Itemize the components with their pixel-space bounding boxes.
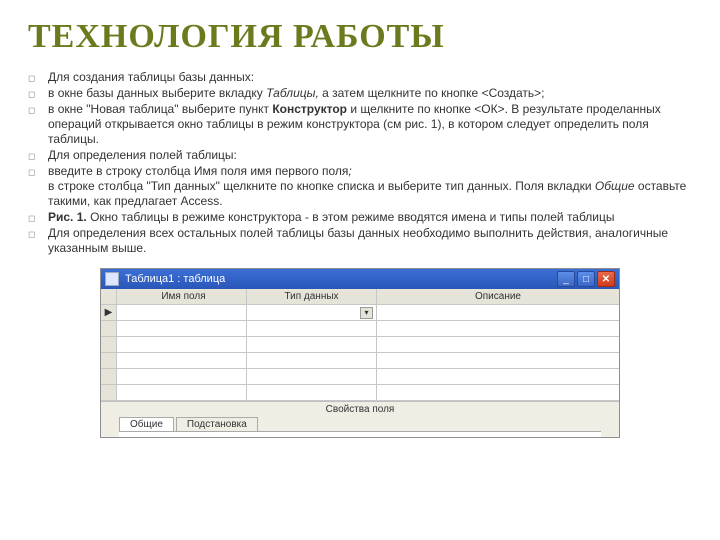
bullet-item: ◻Для создания таблицы базы данных:: [28, 70, 692, 85]
bullet-text: введите в строку столбца Имя поля имя пе…: [48, 164, 692, 209]
row-selector-icon: ▶: [101, 305, 117, 320]
tab-general[interactable]: Общие: [119, 417, 174, 431]
bullet-marker: ◻: [28, 148, 48, 163]
bullet-marker: ◻: [28, 70, 48, 85]
property-tabs: Общие Подстановка: [101, 417, 619, 431]
bullet-marker: ◻: [28, 86, 48, 101]
bullet-text: в окне базы данных выберите вкладку Табл…: [48, 86, 692, 101]
field-name-cell[interactable]: [117, 305, 247, 320]
col-data-type: Тип данных: [247, 289, 377, 304]
grid-row[interactable]: [101, 321, 619, 337]
field-properties-caption: Свойства поля: [101, 404, 619, 415]
grid-header: Имя поля Тип данных Описание: [101, 289, 619, 305]
col-field-name: Имя поля: [117, 289, 247, 304]
figure-screenshot: Таблица1 : таблица _ □ ✕ Имя поля Тип да…: [100, 268, 620, 438]
bullet-marker: ◻: [28, 102, 48, 147]
bullet-list: ◻Для создания таблицы базы данных:◻в окн…: [28, 70, 692, 256]
bullet-marker: ◻: [28, 226, 48, 256]
bullet-item: ◻Рис. 1. Окно таблицы в режиме конструкт…: [28, 210, 692, 225]
col-description: Описание: [377, 289, 619, 304]
bullet-text: в окне "Новая таблица" выберите пункт Ко…: [48, 102, 692, 147]
bullet-item: ◻в окне "Новая таблица" выберите пункт К…: [28, 102, 692, 147]
grid-row[interactable]: ▶ ▾: [101, 305, 619, 321]
dropdown-icon[interactable]: ▾: [360, 307, 373, 319]
data-type-cell[interactable]: ▾: [247, 305, 377, 320]
bullet-item: ◻Для определения всех остальных полей та…: [28, 226, 692, 256]
field-properties: Свойства поля Общие Подстановка: [101, 401, 619, 437]
window-icon: [105, 272, 119, 286]
minimize-button[interactable]: _: [557, 271, 575, 287]
maximize-button[interactable]: □: [577, 271, 595, 287]
bullet-item: ◻Для определения полей таблицы:: [28, 148, 692, 163]
design-grid: Имя поля Тип данных Описание ▶ ▾: [101, 289, 619, 401]
window-title: Таблица1 : таблица: [125, 273, 555, 285]
bullet-item: ◻введите в строку столбца Имя поля имя п…: [28, 164, 692, 209]
window-titlebar: Таблица1 : таблица _ □ ✕: [101, 269, 619, 289]
bullet-marker: ◻: [28, 210, 48, 225]
bullet-text: Для определения всех остальных полей таб…: [48, 226, 692, 256]
grid-row[interactable]: [101, 385, 619, 401]
tab-lookup[interactable]: Подстановка: [176, 417, 258, 431]
description-cell[interactable]: [377, 305, 619, 320]
bullet-item: ◻в окне базы данных выберите вкладку Таб…: [28, 86, 692, 101]
grid-row[interactable]: [101, 337, 619, 353]
bullet-text: Рис. 1. Окно таблицы в режиме конструкто…: [48, 210, 692, 225]
bullet-text: Для создания таблицы базы данных:: [48, 70, 692, 85]
bullet-text: Для определения полей таблицы:: [48, 148, 692, 163]
grid-row[interactable]: [101, 369, 619, 385]
grid-row[interactable]: [101, 353, 619, 369]
slide-title: ТЕХНОЛОГИЯ РАБОТЫ: [28, 18, 692, 56]
close-button[interactable]: ✕: [597, 271, 615, 287]
bullet-marker: ◻: [28, 164, 48, 209]
